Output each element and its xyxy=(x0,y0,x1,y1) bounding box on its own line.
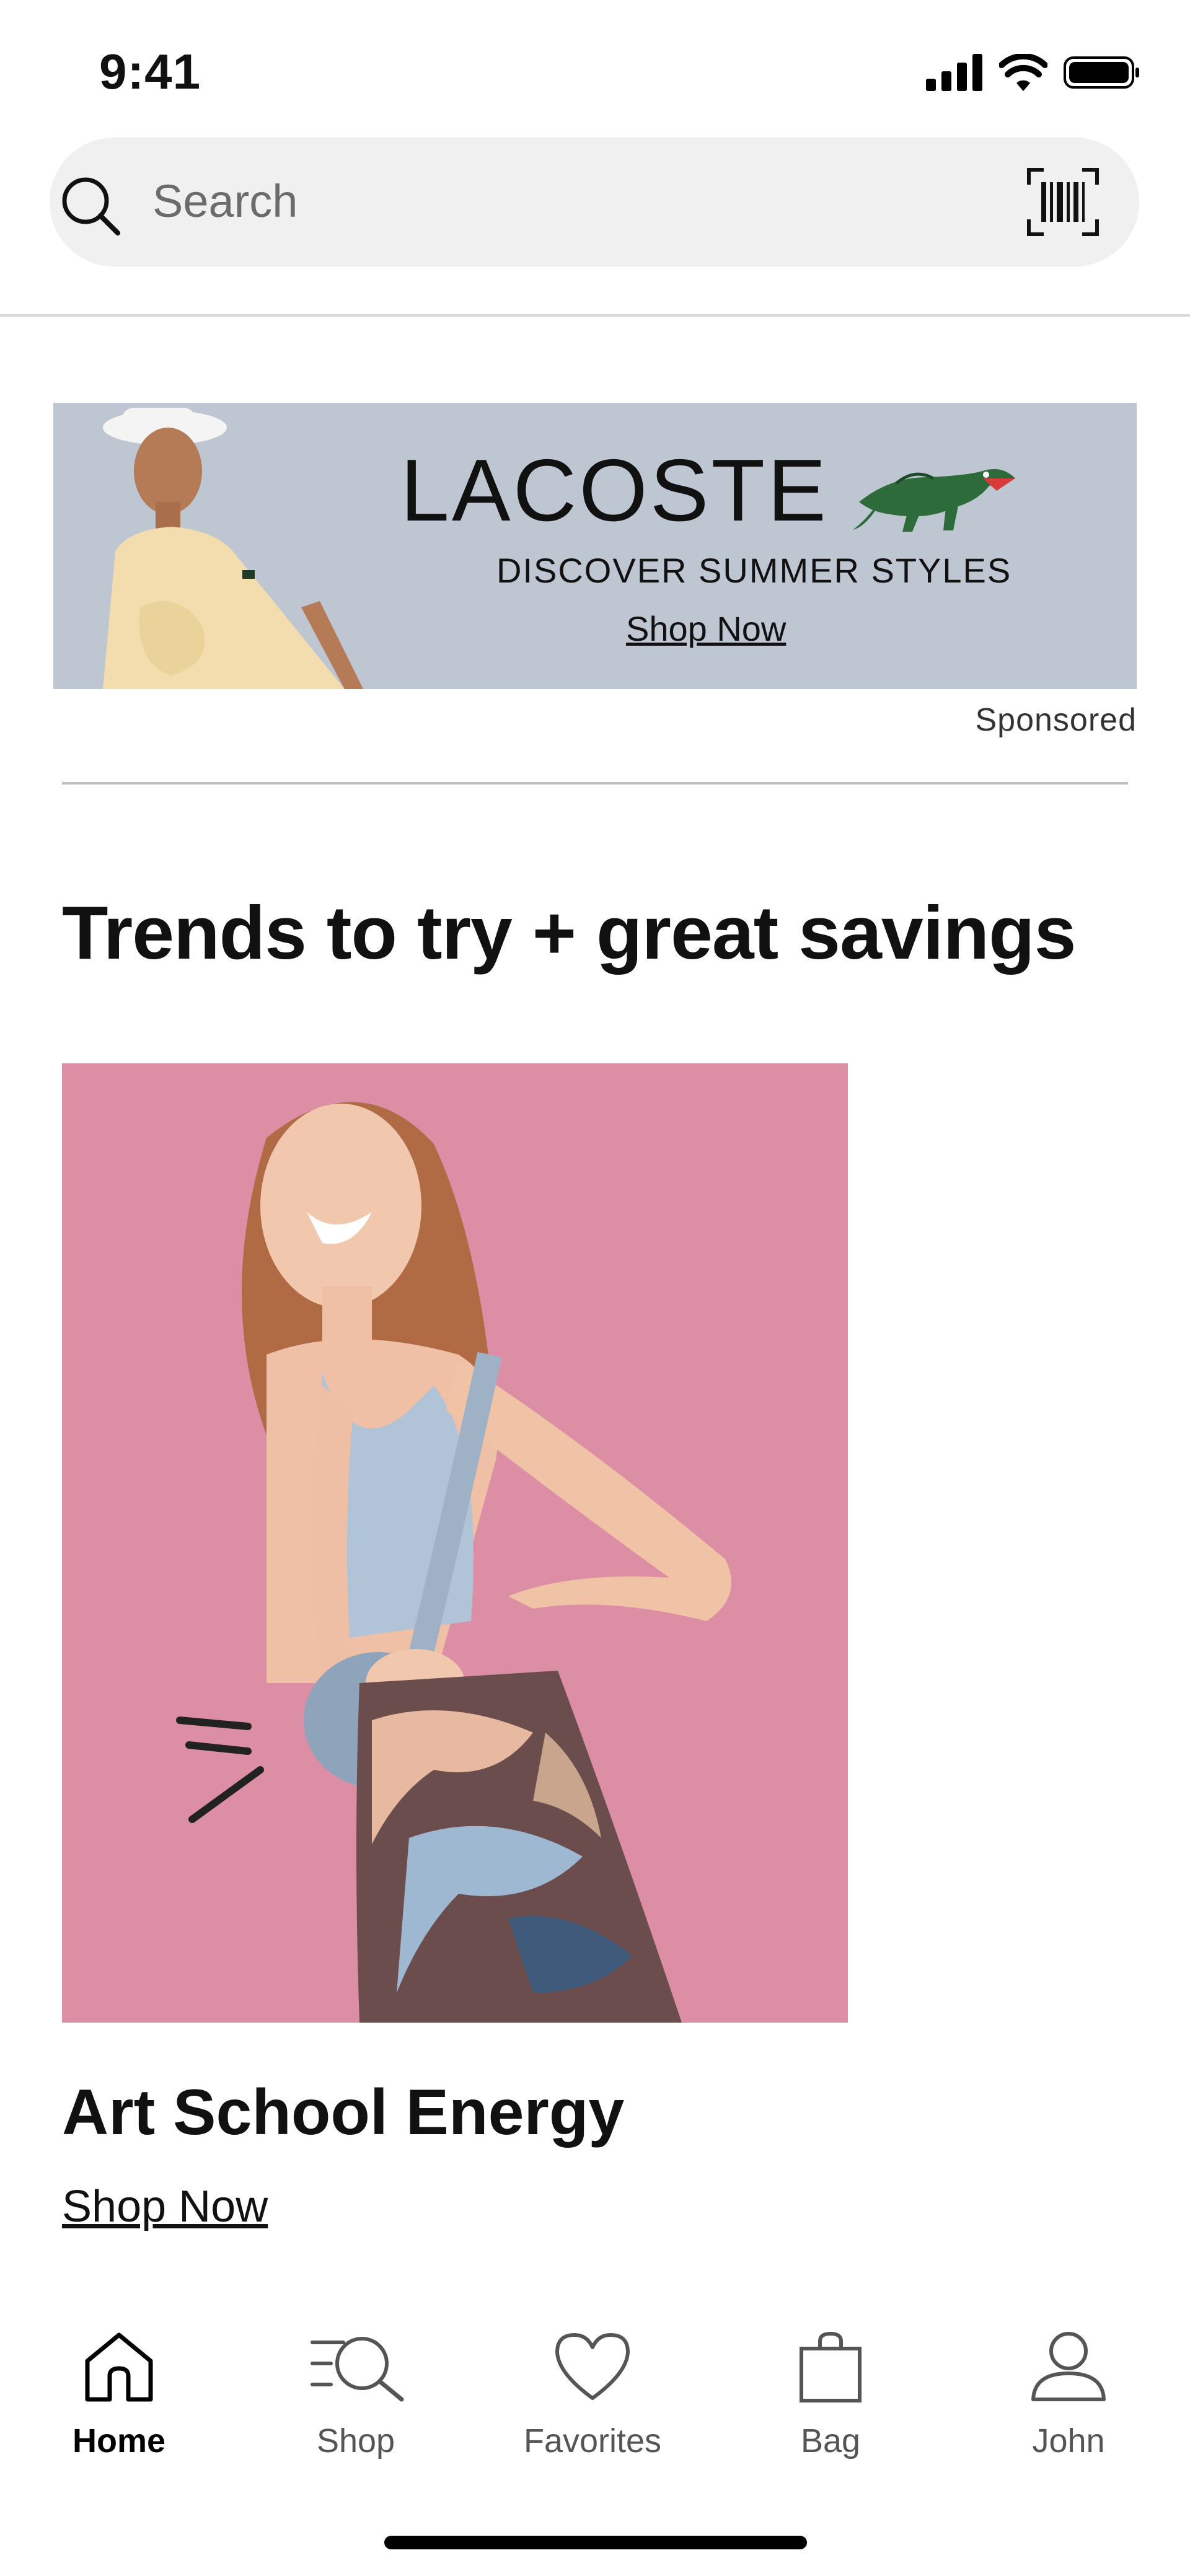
crocodile-logo-icon xyxy=(853,468,1015,532)
sponsored-ad-banner[interactable]: LACOSTE DISCOVER SUMMER STYLES Shop Now xyxy=(53,403,1137,689)
tab-shop[interactable]: Shop xyxy=(263,2330,449,2460)
sponsored-label: Sponsored xyxy=(975,702,1137,738)
status-time: 9:41 xyxy=(99,44,201,99)
home-indicator xyxy=(384,2536,807,2549)
shop-search-icon xyxy=(311,2337,404,2402)
ad-shop-now-link[interactable]: Shop Now xyxy=(626,609,786,649)
ad-model-image xyxy=(103,408,363,689)
feature-image[interactable] xyxy=(62,1063,848,2023)
tab-favorites-label: Favorites xyxy=(523,2422,662,2460)
heart-icon xyxy=(555,2333,630,2400)
home-icon xyxy=(85,2332,153,2402)
tab-bag[interactable]: Bag xyxy=(738,2330,923,2460)
tab-profile-label: John xyxy=(1032,2422,1105,2460)
section-title: Trends to try + great savings xyxy=(62,890,1077,975)
bag-icon xyxy=(800,2331,862,2402)
tab-profile[interactable]: John xyxy=(976,2330,1161,2460)
wifi-icon xyxy=(999,54,1047,91)
tab-favorites[interactable]: Favorites xyxy=(500,2330,685,2460)
tab-shop-label: Shop xyxy=(316,2422,395,2460)
ad-tagline: DISCOVER SUMMER STYLES xyxy=(496,551,1012,590)
status-icons xyxy=(926,51,1140,94)
ad-brand: LACOSTE xyxy=(400,441,829,540)
header-divider xyxy=(0,314,1190,317)
profile-icon xyxy=(1031,2332,1106,2401)
tab-home-label: Home xyxy=(72,2422,166,2460)
search-input[interactable]: Search xyxy=(152,175,298,227)
search-icon xyxy=(62,177,120,235)
feature-shop-now-link[interactable]: Shop Now xyxy=(62,2181,268,2232)
cellular-signal-icon xyxy=(926,54,982,91)
tab-bag-label: Bag xyxy=(800,2422,861,2460)
feature-title: Art School Energy xyxy=(62,2077,625,2148)
section-divider xyxy=(62,782,1128,785)
tab-home[interactable]: Home xyxy=(26,2330,212,2460)
battery-icon xyxy=(1064,56,1139,89)
barcode-scanner-icon[interactable] xyxy=(1026,167,1100,237)
model-photo xyxy=(62,1063,848,2023)
